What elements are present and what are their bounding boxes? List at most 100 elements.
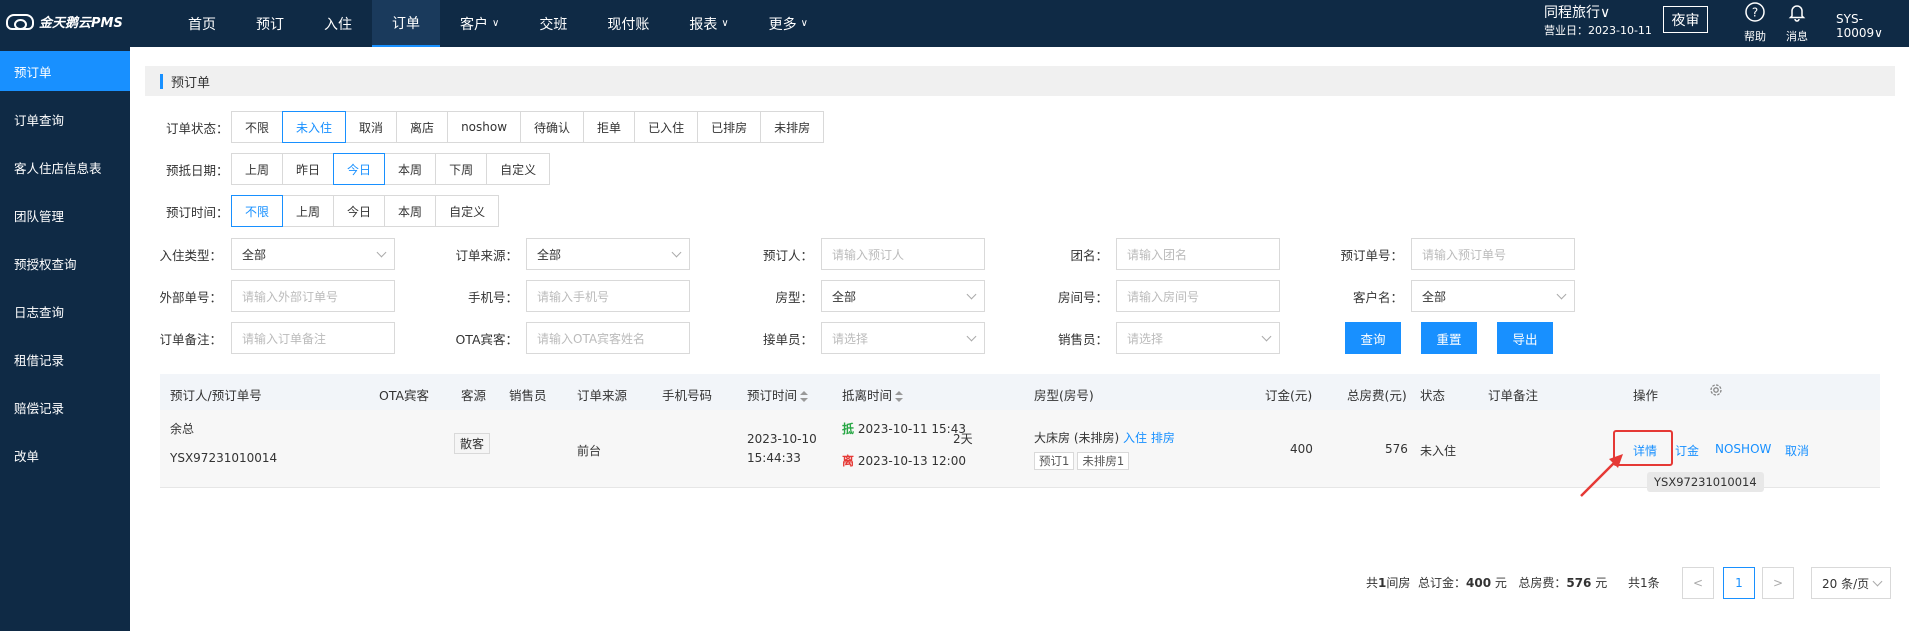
nav-item-0[interactable]: 首页 (168, 0, 236, 47)
svg-text:?: ? (1752, 6, 1758, 20)
sales-select[interactable]: 请选择 (1116, 322, 1280, 354)
sidebar-item-3[interactable]: 团队管理 (0, 191, 130, 239)
status-option[interactable]: 未入住 (282, 111, 347, 143)
room-no-input[interactable]: 请输入房间号 (1116, 280, 1280, 312)
arrival-option[interactable]: 昨日 (282, 153, 335, 185)
status-option[interactable]: 已排房 (697, 111, 762, 143)
booking_time-option[interactable]: 今日 (333, 195, 386, 227)
status-option[interactable]: 已入住 (634, 111, 699, 143)
sidebar-item-0[interactable]: 预订单 (0, 51, 130, 91)
status-option[interactable]: 待确认 (520, 111, 585, 143)
sidebar-item-5[interactable]: 日志查询 (0, 287, 130, 335)
receiver-select[interactable]: 请选择 (821, 322, 985, 354)
sort-icon (800, 390, 809, 403)
status-option[interactable]: 离店 (396, 111, 449, 143)
phone-input[interactable]: 请输入手机号 (526, 280, 690, 312)
next-page-button[interactable]: > (1762, 567, 1794, 599)
cancel-link[interactable]: 取消 (1785, 442, 1809, 459)
booking-no-input[interactable]: 请输入预订单号 (1411, 238, 1575, 270)
status-option[interactable]: noshow (447, 111, 522, 143)
col-phone: 手机号码 (662, 388, 713, 403)
main-nav: 首页 预订 入住 订单 客户 ∨ 交班 现付账 报表 ∨ 更多 ∨ (168, 0, 828, 47)
page-size-select[interactable]: 20 条/页 (1811, 567, 1891, 599)
sidebar-item-4[interactable]: 预授权查询 (0, 239, 130, 287)
nav-item-6[interactable]: 现付账 (587, 0, 669, 47)
col-stay-time[interactable]: 抵离时间 (842, 385, 904, 404)
chevron-down-icon: ∨ (800, 18, 808, 29)
booking_time-option[interactable]: 上周 (282, 195, 335, 227)
guest-source-tag: 散客 (454, 433, 491, 454)
sidebar-item-7[interactable]: 赔偿记录 (0, 383, 130, 431)
external-no-input[interactable]: 请输入外部订单号 (231, 280, 395, 312)
prev-page-button[interactable]: < (1682, 567, 1714, 599)
customer-select[interactable]: 全部 (1411, 280, 1575, 312)
nav-item-label: 订单 (392, 15, 420, 32)
column-settings-gear-icon[interactable] (1708, 382, 1724, 398)
booking_time-option[interactable]: 本周 (384, 195, 437, 227)
remark-input[interactable]: 请输入订单备注 (231, 322, 395, 354)
export-button[interactable]: 导出 (1497, 322, 1553, 354)
page-number-button[interactable]: 1 (1723, 567, 1755, 599)
order-number: YSX97231010014 (170, 451, 278, 465)
sidebar-item-1[interactable]: 订单查询 (0, 95, 130, 143)
status-option[interactable]: 不限 (231, 111, 284, 143)
help-button[interactable]: ? 帮助 (1738, 2, 1772, 44)
status-option[interactable]: 取消 (345, 111, 398, 143)
ota-guest-input[interactable]: 请输入OTA宾客姓名 (526, 322, 690, 354)
booking_time-option[interactable]: 不限 (231, 195, 284, 227)
receiver-placeholder: 请选择 (832, 331, 869, 346)
arrival-option[interactable]: 上周 (231, 153, 284, 185)
nav-item-5[interactable]: 交班 (519, 0, 587, 47)
status-option[interactable]: 未排房 (760, 111, 825, 143)
title-accent-bar (160, 73, 163, 89)
arrival-date-filter: 上周 昨日 今日 本周 下周 自定义 (231, 153, 551, 185)
nav-item-8[interactable]: 更多 ∨ (749, 0, 828, 47)
sidebar-item-8[interactable]: 改单 (0, 431, 130, 479)
booking_time-option[interactable]: 自定义 (435, 195, 500, 227)
summary-fee: 576 (1566, 576, 1592, 590)
user-menu[interactable]: SYS-10009∨ (1836, 12, 1909, 40)
nav-item-2[interactable]: 入住 (304, 0, 372, 47)
help-label: 帮助 (1744, 30, 1766, 43)
sales-label: 销售员： (1057, 332, 1108, 347)
assign-room-link[interactable]: 排房 (1151, 431, 1175, 445)
nav-item-1[interactable]: 预订 (236, 0, 304, 47)
customer-label: 客户名： (1352, 290, 1403, 305)
total-records: 共1条 (1628, 576, 1660, 590)
summary-rooms: 1 (1378, 576, 1387, 590)
query-button[interactable]: 查询 (1345, 322, 1401, 354)
sidebar-item-2[interactable]: 客人住店信息表 (0, 143, 130, 191)
group-name-input[interactable]: 请输入团名 (1116, 238, 1280, 270)
app-logo-text: 金天鹅云PMS (39, 16, 123, 31)
app-logo[interactable]: 金天鹅云PMS (6, 12, 123, 31)
hotel-selector[interactable]: 同程旅行∨ (1544, 2, 1610, 22)
chevron-down-icon (671, 247, 682, 258)
status-option[interactable]: 拒单 (583, 111, 636, 143)
room-type-value: 全部 (832, 289, 857, 304)
checkin-link[interactable]: 入住 (1123, 431, 1147, 445)
deposit-link[interactable]: 订金 (1675, 442, 1699, 459)
col-book-time[interactable]: 预订时间 (747, 385, 809, 404)
noshow-link[interactable]: NOSHOW (1715, 442, 1771, 456)
arrival-option[interactable]: 今日 (333, 153, 386, 185)
arrival-option[interactable]: 自定义 (486, 153, 551, 185)
checkin-type-label: 入住类型： (159, 248, 222, 263)
sidebar-item-6[interactable]: 租借记录 (0, 335, 130, 383)
nav-item-7[interactable]: 报表 ∨ (669, 0, 748, 47)
night-audit-button[interactable]: 夜审 (1663, 6, 1708, 33)
order-source-select[interactable]: 全部 (526, 238, 690, 270)
arrival-option[interactable]: 本周 (384, 153, 437, 185)
messages-button[interactable]: 消息 (1780, 2, 1814, 44)
reset-button[interactable]: 重置 (1421, 322, 1477, 354)
sort-icon (895, 390, 904, 403)
nav-item-3[interactable]: 订单 (372, 0, 440, 47)
booker-input[interactable]: 请输入预订人 (821, 238, 985, 270)
checkin-type-select[interactable]: 全部 (231, 238, 395, 270)
nav-item-label: 首页 (188, 16, 216, 33)
arrival-option[interactable]: 下周 (435, 153, 488, 185)
book-date: 2023-10-10 (747, 432, 817, 446)
nav-item-4[interactable]: 客户 ∨ (440, 0, 519, 47)
room-type-select[interactable]: 全部 (821, 280, 985, 312)
col-ota: OTA宾客 (379, 388, 430, 403)
order-status-label: 订单状态： (166, 121, 229, 136)
